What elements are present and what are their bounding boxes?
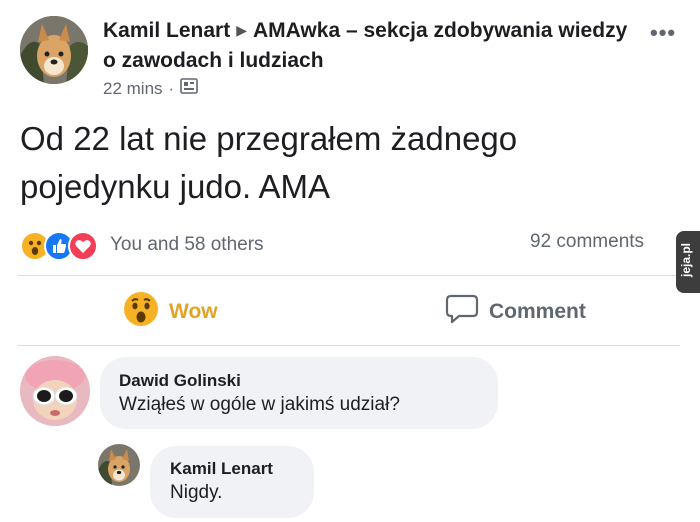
divider [18,345,680,346]
meta-separator: · [168,78,175,98]
group-privacy-icon [180,78,199,99]
comment-author[interactable]: Dawid Golinski [119,371,480,391]
reply-author-avatar[interactable] [98,444,140,486]
author-name[interactable]: Kamil Lenart [103,19,230,42]
watermark-text: jeja.pl [679,242,693,277]
post-meta: 22 mins · [103,78,199,99]
comment-button[interactable]: Comment [445,290,586,334]
comment-text: Wziąłeś w ogóle w jakimś udział? [119,394,400,415]
reply-author[interactable]: Kamil Lenart [170,459,296,479]
reactions-summary[interactable]: You and 58 others [20,229,264,261]
watermark-logo: jeja.pl [676,231,700,293]
play-arrow-icon: ▶ [236,22,247,38]
wow-reaction-button[interactable]: Wow [123,290,218,334]
wow-icon [123,291,159,333]
reaction-count[interactable]: You and 58 others [110,234,264,256]
divider [18,275,680,276]
comment-label: Comment [489,300,586,323]
more-options-button[interactable]: ••• [650,20,676,46]
author-avatar[interactable] [20,16,88,84]
commenter-avatar[interactable] [20,356,90,426]
comment-icon [445,294,479,330]
post-text: Od 22 lat nie przegrałem żadnego pojedyn… [20,120,518,205]
comment-bubble: Dawid Golinski Wziąłeś w ogóle w jakimś … [100,357,498,429]
reaction-icons [20,230,106,261]
post-time[interactable]: 22 mins [103,79,163,99]
wow-label: Wow [169,300,218,323]
love-reaction-icon [68,231,98,261]
comments-count[interactable]: 92 comments [530,231,644,253]
post-header-title: Kamil Lenart ▶ AMAwka – sekcja zdobywania … [103,15,643,76]
reply-bubble: Kamil Lenart Nigdy. [150,446,314,518]
reply-text: Nigdy. [170,482,223,503]
